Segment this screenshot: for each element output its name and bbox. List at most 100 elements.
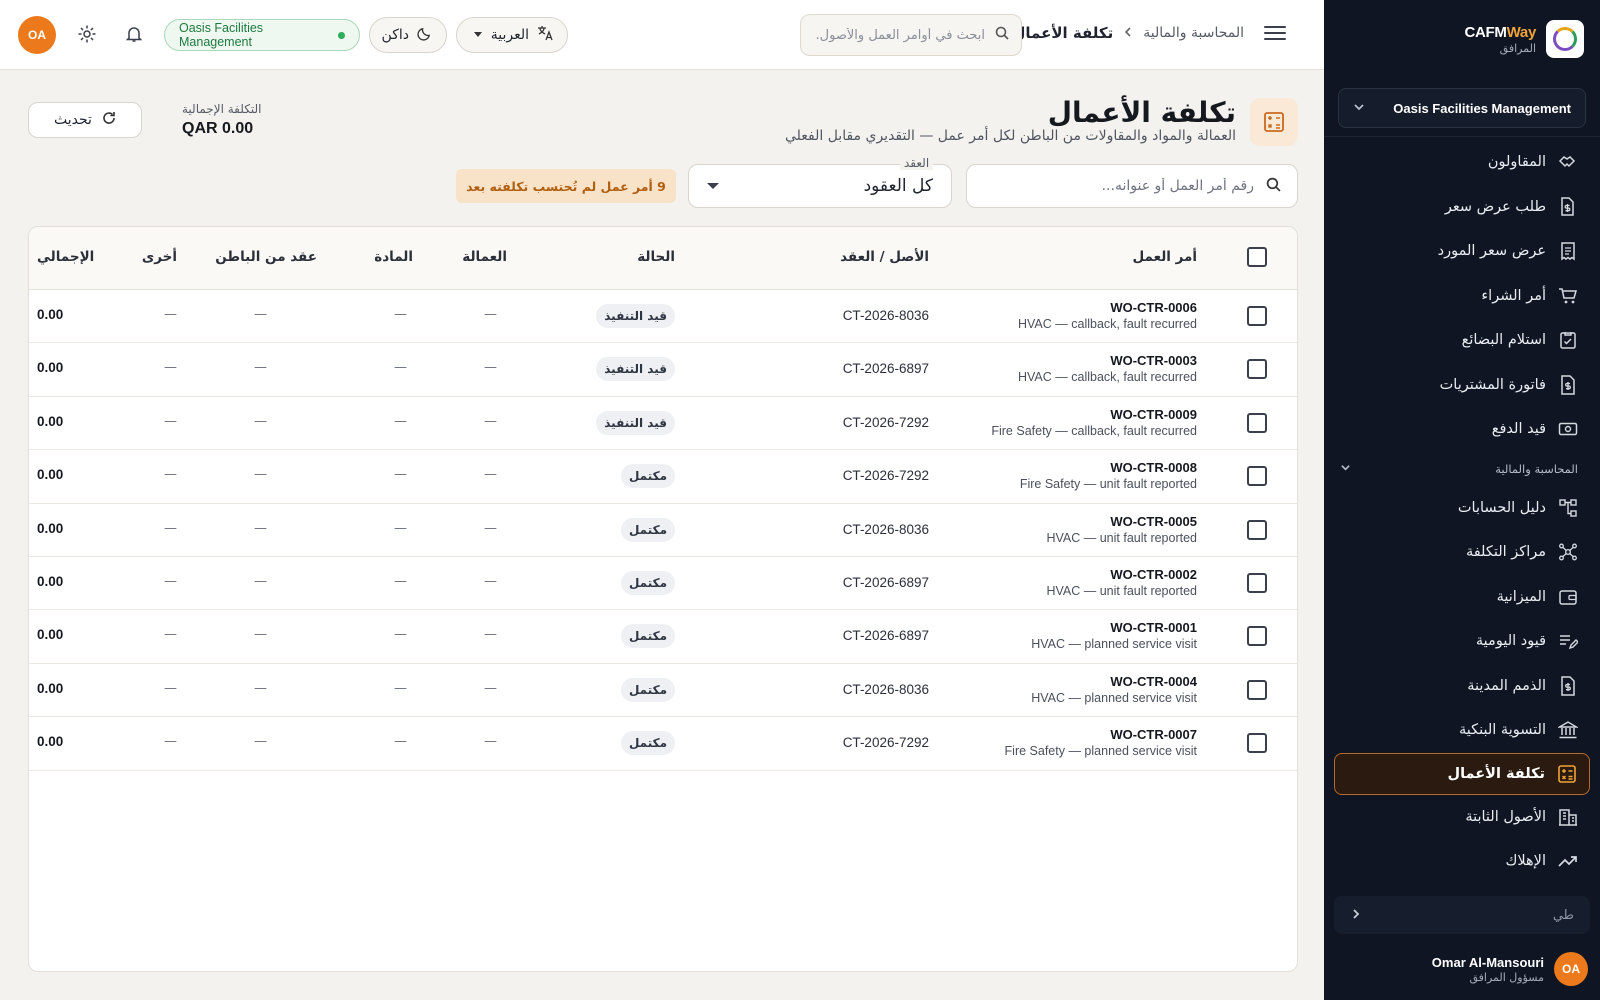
global-search[interactable]	[800, 14, 1022, 56]
sidebar-item[interactable]: المقاولون	[1324, 140, 1600, 185]
table-row[interactable]: WO-CTR-0005 HVAC — unit fault reported CT-…	[29, 504, 1297, 557]
sidebar-divider	[1324, 136, 1600, 137]
row-checkbox[interactable]	[1247, 573, 1267, 593]
row-checkbox[interactable]	[1247, 359, 1267, 380]
labor-cost: —	[484, 734, 497, 750]
sidebar-item[interactable]: مراكز التكلفة	[1324, 530, 1600, 575]
sidebar-section-accounting[interactable]: المحاسبة والمالية	[1324, 452, 1600, 486]
work-order-code[interactable]: WO-CTR-0005	[1110, 514, 1197, 529]
row-checkbox[interactable]	[1247, 679, 1267, 700]
work-order-code[interactable]: WO-CTR-0003	[1110, 353, 1197, 368]
table-row[interactable]: WO-CTR-0003 HVAC — callback, fault recurr…	[29, 343, 1297, 397]
total-cost: 0.00	[37, 627, 64, 643]
labor-cost: —	[484, 627, 497, 643]
subcontract-cost: —	[254, 307, 267, 322]
other-cost: —	[164, 467, 177, 483]
row-checkbox[interactable]	[1247, 626, 1267, 647]
work-order-code[interactable]: WO-CTR-0009	[1110, 407, 1197, 422]
global-search-input[interactable]	[815, 27, 985, 43]
table-row[interactable]: WO-CTR-0008 Fire Safety — unit fault repo…	[29, 450, 1297, 504]
sidebar-item[interactable]: الميزانية	[1324, 575, 1600, 620]
total-cost: 0.00	[37, 413, 64, 429]
org-selector-label: Oasis Facilities Management	[1393, 100, 1571, 116]
sidebar-item[interactable]: قيود اليومية	[1324, 619, 1600, 664]
sidebar-item-label: مراكز التكلفة	[1465, 544, 1546, 561]
chevron-right-icon[interactable]	[1350, 908, 1362, 923]
sidebar-item[interactable]: فاتورة المشتريات	[1324, 363, 1600, 408]
sidebar-item[interactable]: الذمم المدينة	[1324, 664, 1600, 709]
contract-code: CT-2026-6897	[842, 628, 929, 644]
bell-icon[interactable]	[123, 23, 145, 45]
row-checkbox[interactable]	[1247, 412, 1267, 433]
column-header-work-order[interactable]: أمر العمل	[1132, 249, 1197, 265]
sidebar-item-label: الإهلاك	[1505, 853, 1546, 870]
material-cost: —	[394, 307, 407, 322]
work-order-search-input[interactable]	[984, 178, 1254, 194]
sidebar-item-label: التسوية البنكية	[1458, 722, 1546, 739]
wallet-icon	[1558, 587, 1578, 607]
top-user-avatar[interactable]: OA	[18, 16, 56, 54]
row-checkbox[interactable]	[1247, 519, 1267, 540]
org-selector[interactable]: Oasis Facilities Management	[1338, 88, 1586, 128]
sidebar-item[interactable]: الأصول الثابتة	[1324, 795, 1600, 840]
work-order-code[interactable]: WO-CTR-0007	[1110, 727, 1197, 742]
table-row[interactable]: WO-CTR-0009 Fire Safety — callback, fault…	[29, 397, 1297, 451]
table-row[interactable]: WO-CTR-0006 HVAC — callback, fault recurr…	[29, 290, 1297, 344]
sidebar-item-label: قيد الدفع	[1491, 421, 1546, 438]
moon-icon	[417, 26, 432, 45]
material-cost: —	[394, 574, 407, 589]
gear-icon[interactable]	[76, 23, 98, 45]
labor-cost: —	[484, 307, 497, 322]
sidebar-item[interactable]: الإهلاك	[1324, 839, 1600, 884]
column-header-material[interactable]: المادة	[374, 249, 413, 265]
work-order-search[interactable]	[966, 164, 1298, 208]
table-row[interactable]: WO-CTR-0001 HVAC — planned service visit C…	[29, 610, 1297, 664]
refresh-button[interactable]: تحديث	[28, 102, 142, 138]
theme-toggle[interactable]: داكن	[369, 17, 447, 53]
status-badge: مكتمل	[620, 517, 675, 542]
material-cost: —	[394, 627, 407, 643]
select-all-checkbox[interactable]	[1247, 247, 1267, 267]
breadcrumb-parent[interactable]: المحاسبة والمالية	[1143, 25, 1244, 41]
table-row[interactable]: WO-CTR-0007 Fire Safety — planned service…	[29, 717, 1297, 771]
column-header-labor[interactable]: العمالة	[462, 249, 507, 265]
menu-icon[interactable]	[1264, 22, 1286, 44]
column-header-subcontract[interactable]: عقد من الباطن	[215, 249, 317, 265]
column-header-status[interactable]: الحالة	[637, 249, 675, 265]
contract-code: CT-2026-8036	[842, 681, 929, 697]
total-cost: 0.00	[37, 520, 64, 536]
table-row[interactable]: WO-CTR-0002 HVAC — unit fault reported CT-…	[29, 557, 1297, 611]
sidebar-item[interactable]: عرض سعر المورد	[1324, 229, 1600, 274]
other-cost: —	[164, 574, 177, 589]
column-header-other[interactable]: أخرى	[142, 249, 177, 265]
cart-icon	[1558, 286, 1578, 306]
sidebar-collapse-bar[interactable]: طي	[1334, 896, 1590, 934]
brand[interactable]: CAFMWay المرافق	[1464, 18, 1584, 60]
contract-code: CT-2026-7292	[842, 468, 929, 484]
material-cost: —	[394, 520, 407, 536]
row-checkbox[interactable]	[1247, 733, 1267, 754]
row-checkbox[interactable]	[1247, 306, 1267, 326]
sidebar-item[interactable]: دليل الحسابات	[1324, 486, 1600, 531]
work-order-code[interactable]: WO-CTR-0008	[1110, 460, 1197, 475]
table-row[interactable]: WO-CTR-0004 HVAC — planned service visit C…	[29, 664, 1297, 718]
work-order-code[interactable]: WO-CTR-0006	[1110, 300, 1197, 315]
work-order-code[interactable]: WO-CTR-0001	[1110, 620, 1197, 635]
sidebar-item[interactable]: طلب عرض سعر	[1324, 185, 1600, 230]
sidebar-item[interactable]: قيد الدفع	[1324, 407, 1600, 452]
language-selector[interactable]: العربية	[456, 17, 568, 53]
sidebar-item[interactable]: التسوية البنكية	[1324, 708, 1600, 753]
sidebar-item[interactable]: أمر الشراء	[1324, 274, 1600, 319]
work-order-code[interactable]: WO-CTR-0004	[1110, 674, 1197, 689]
user-profile[interactable]: OA Omar Al-Mansouri مسؤول المرافق	[1432, 952, 1588, 986]
row-checkbox[interactable]	[1247, 466, 1267, 487]
breadcrumb-current: تكلفة الأعمال	[1012, 24, 1114, 42]
column-header-asset-contract[interactable]: الأصل / العقد	[840, 249, 929, 265]
work-order-code[interactable]: WO-CTR-0002	[1110, 567, 1197, 582]
contract-filter-select[interactable]: كل العقود	[688, 164, 952, 208]
column-header-total[interactable]: الإجمالي	[37, 249, 94, 265]
total-cost: 0.00	[37, 734, 64, 750]
sidebar-item[interactable]: استلام البضائع	[1324, 318, 1600, 363]
calculator-icon	[1250, 98, 1298, 146]
sidebar-item[interactable]: تكلفة الأعمال	[1334, 752, 1590, 795]
